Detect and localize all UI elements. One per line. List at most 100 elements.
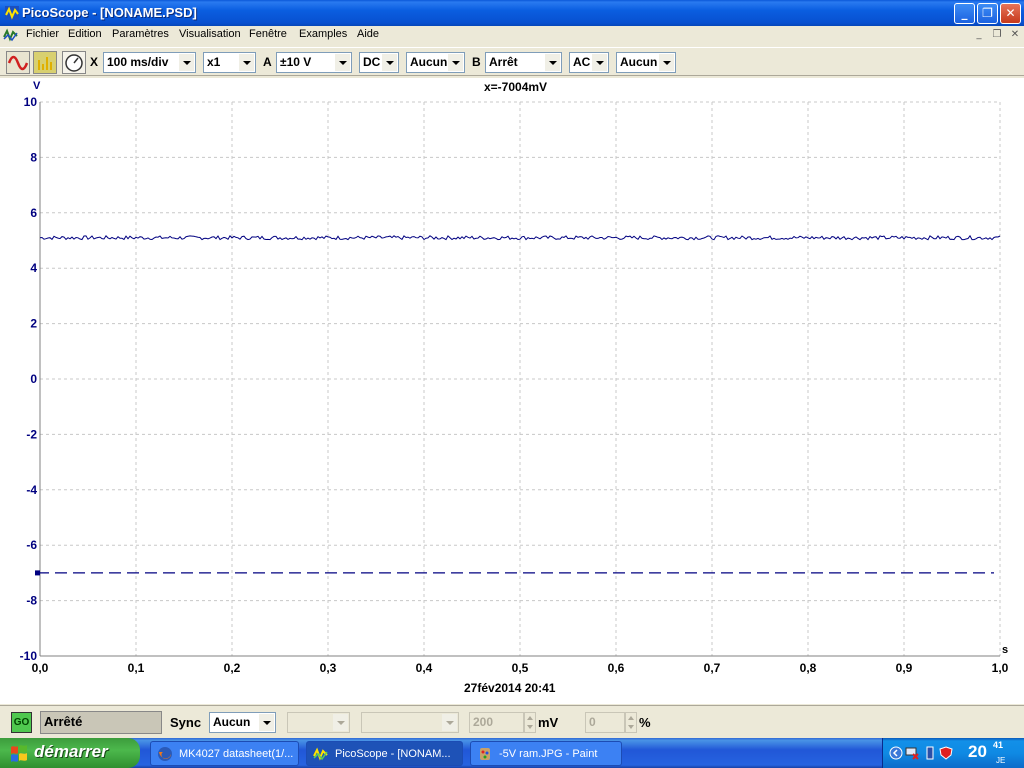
toolbar: X 100 ms/div x1 A ±10 V DC Aucun B Arrêt…	[0, 47, 1024, 76]
x-tick-label: 0,0	[32, 661, 49, 675]
channel-b-filter-select[interactable]: Aucun	[616, 52, 676, 73]
x-tick-label: 0,1	[128, 661, 145, 675]
menu-parametres[interactable]: Paramètres	[112, 28, 169, 40]
taskbar: démarrer MK4027 datasheet(1/... PicoScop…	[0, 738, 1024, 768]
x-unit-label: s	[1002, 644, 1009, 656]
menu-bar: Fichier Edition Paramètres Visualisation…	[0, 26, 1024, 45]
scope-view-button[interactable]	[6, 51, 30, 74]
acquisition-status: Arrêté	[40, 711, 162, 734]
x-tick-label: 0,4	[416, 661, 433, 675]
start-button[interactable]: démarrer	[0, 738, 140, 768]
chevron-down-icon	[335, 54, 350, 71]
sync-label: Sync	[170, 715, 202, 730]
x-tick-label: 1,0	[992, 661, 1009, 675]
close-button[interactable]: ✕	[1000, 3, 1021, 24]
y-tick-label: 8	[30, 150, 37, 164]
show-hidden-icons-icon[interactable]	[889, 746, 903, 760]
channel-a-filter-select[interactable]: Aucun	[406, 52, 465, 73]
chevron-down-icon	[442, 714, 457, 731]
trigger-level-input[interactable]: 200	[469, 712, 524, 733]
y-tick-label: 0	[30, 372, 37, 386]
system-tray: 20 41 JE	[882, 738, 1024, 768]
channel-a-coupling-select[interactable]: DC	[359, 52, 399, 73]
channel-a-range-select[interactable]: ±10 V	[276, 52, 352, 73]
menu-examples[interactable]: Examples	[299, 28, 347, 40]
sync-select[interactable]: Aucun	[209, 712, 276, 733]
cursor-marker-handle	[35, 570, 40, 576]
task-paint[interactable]: -5V ram.JPG - Paint	[470, 741, 622, 766]
minimize-button[interactable]: _	[954, 3, 975, 24]
level-spinner[interactable]	[524, 712, 536, 733]
timebase-select[interactable]: 100 ms/div	[103, 52, 196, 73]
chevron-down-icon	[259, 714, 274, 731]
chevron-down-icon	[592, 54, 607, 71]
x-label: X	[90, 55, 99, 69]
y-tick-label: -8	[26, 594, 37, 608]
percent-unit-label: %	[639, 715, 651, 730]
document-icon	[3, 28, 18, 42]
y-tick-label: -4	[26, 483, 37, 497]
spectrum-bars-icon	[38, 57, 52, 70]
chevron-down-icon	[333, 714, 348, 731]
channel-a-label: A	[263, 55, 272, 69]
channel-b-label: B	[472, 55, 481, 69]
x-tick-label: 0,2	[224, 661, 241, 675]
x-tick-label: 0,9	[896, 661, 913, 675]
trigger-channel-select[interactable]	[287, 712, 350, 733]
mdi-minimize-button[interactable]: _	[971, 28, 987, 42]
x-tick-label: 0,3	[320, 661, 337, 675]
pretrigger-input[interactable]: 0	[585, 712, 625, 733]
pretrigger-spinner[interactable]	[625, 712, 637, 733]
scope-wave-icon	[7, 55, 29, 71]
picoscope-app-icon	[5, 6, 19, 20]
channel-b-range-select[interactable]: Arrêt	[485, 52, 562, 73]
menu-aide[interactable]: Aide	[357, 28, 379, 40]
language-indicator[interactable]: JE	[996, 756, 1005, 765]
y-tick-label: 10	[24, 95, 38, 109]
level-unit-label: mV	[538, 715, 559, 730]
window-title: PicoScope - [NONAME.PSD]	[22, 5, 197, 20]
security-shield-icon[interactable]	[939, 746, 953, 760]
x-tick-label: 0,6	[608, 661, 625, 675]
menu-edition[interactable]: Edition	[68, 28, 102, 40]
meter-view-button[interactable]	[62, 51, 86, 74]
mdi-close-button[interactable]: ✕	[1007, 28, 1023, 42]
paint-icon	[480, 748, 490, 760]
x-tick-label: 0,7	[704, 661, 721, 675]
oscilloscope-chart[interactable]: 1086420-2-4-6-8-100,0 0,1 0,2 0,3 0,4 0,5 0,6 0…	[0, 78, 1024, 704]
go-button[interactable]: GO	[11, 712, 32, 733]
chevron-down-icon	[448, 54, 463, 71]
y-tick-label: -2	[26, 427, 37, 441]
oscilloscope-plot-area[interactable]: V x=-7004mV 10 8 6 4 2 0 -2 -4 -6 -8 -10 0,0 0,1 0,2 0…	[0, 78, 1024, 704]
chevron-down-icon	[659, 54, 674, 71]
chevron-down-icon	[179, 54, 194, 71]
menu-fichier[interactable]: Fichier	[26, 28, 59, 40]
chevron-down-icon	[239, 54, 254, 71]
picoscope-app-icon	[313, 747, 328, 761]
network-disconnected-icon[interactable]	[905, 746, 919, 760]
usb-device-icon[interactable]	[923, 746, 937, 760]
capture-timestamp: 27fév2014 20:41	[464, 681, 556, 695]
title-bar: PicoScope - [NONAME.PSD] _ ❐ ✕	[0, 0, 1024, 26]
channel-b-coupling-select[interactable]: AC	[569, 52, 609, 73]
clock-minute[interactable]: 41	[993, 740, 1003, 750]
menu-fenetre[interactable]: Fenêtre	[249, 28, 287, 40]
mdi-restore-button[interactable]: ❐	[989, 28, 1005, 42]
maximize-button[interactable]: ❐	[977, 3, 998, 24]
task-picoscope[interactable]: PicoScope - [NONAM...	[306, 741, 463, 766]
firefox-icon	[158, 747, 172, 761]
y-tick-label: 2	[30, 317, 37, 331]
multiplier-select[interactable]: x1	[203, 52, 256, 73]
y-tick-label: 6	[30, 206, 37, 220]
x-tick-label: 0,5	[512, 661, 529, 675]
status-bar: GO Arrêté Sync Aucun 200 mV 0 %	[0, 705, 1024, 738]
chevron-down-icon	[382, 54, 397, 71]
x-tick-label: 0,8	[800, 661, 817, 675]
task-firefox[interactable]: MK4027 datasheet(1/...	[150, 741, 299, 766]
trigger-direction-select[interactable]	[361, 712, 459, 733]
y-tick-label: -6	[26, 538, 37, 552]
menu-visualisation[interactable]: Visualisation	[179, 28, 241, 40]
spectrum-view-button[interactable]	[33, 51, 57, 74]
clock-hour[interactable]: 20	[968, 742, 987, 762]
start-label: démarrer	[34, 742, 108, 761]
